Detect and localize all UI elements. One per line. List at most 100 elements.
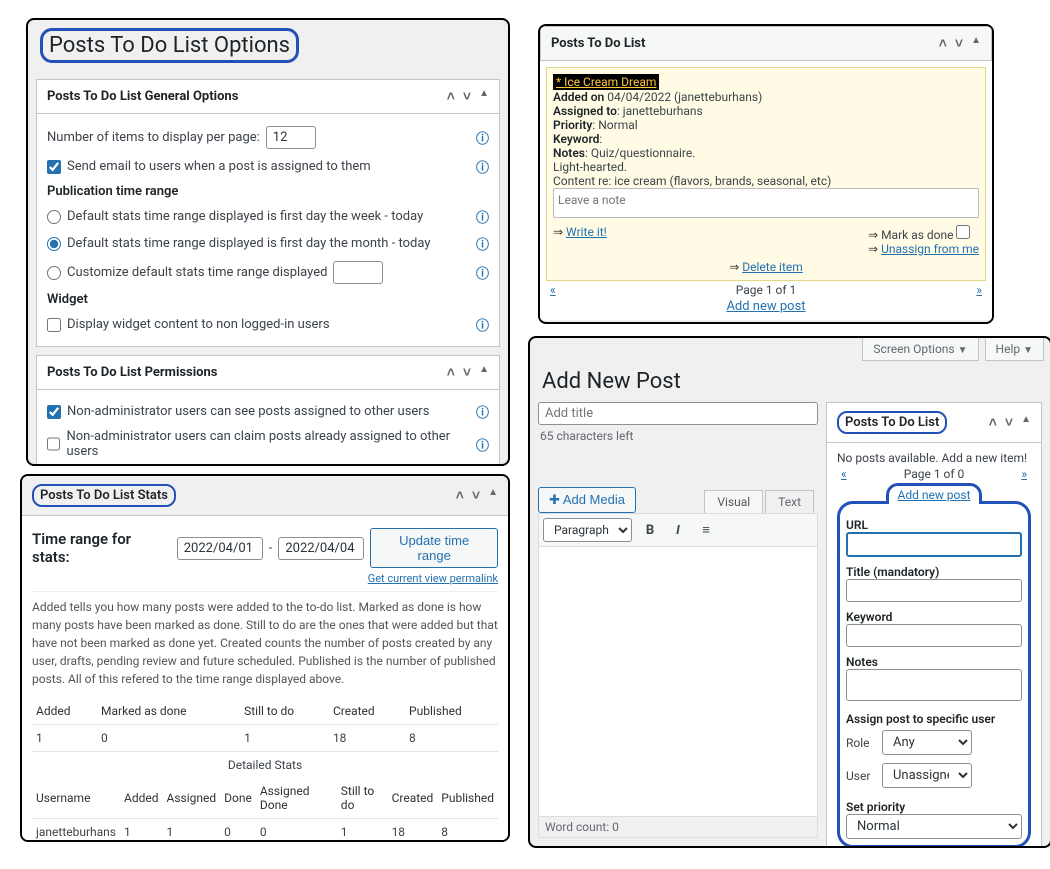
italic-icon[interactable]: I: [668, 523, 688, 538]
help-tab[interactable]: Help ▼: [985, 338, 1044, 361]
chevron-down-icon[interactable]: ˅: [472, 487, 480, 504]
radio-custom[interactable]: [47, 266, 61, 280]
widget-display-checkbox[interactable]: [47, 318, 61, 332]
pager-next[interactable]: »: [976, 283, 982, 297]
send-email-checkbox[interactable]: [47, 160, 61, 174]
triangle-up-icon[interactable]: ▲: [1021, 414, 1031, 431]
role-sublabel: Role: [846, 736, 876, 750]
leave-note-textarea[interactable]: [553, 188, 979, 218]
unassign-link[interactable]: Unassign from me: [881, 242, 979, 256]
url-label: URL: [846, 518, 1022, 532]
info-icon[interactable]: ⓘ: [476, 263, 489, 282]
perm-see-checkbox[interactable]: [47, 405, 61, 419]
editor-body[interactable]: [538, 547, 818, 817]
notes-line2: Light-hearted.: [553, 160, 979, 174]
pager-text: Page 1 of 0: [904, 467, 965, 481]
options-title: Posts To Do List Options: [40, 28, 299, 63]
add-media-button[interactable]: ✚ Add Media: [538, 487, 636, 513]
role-select[interactable]: Any: [882, 730, 972, 755]
list-icon[interactable]: ≡: [696, 522, 716, 538]
user-select[interactable]: Unassigned: [882, 763, 972, 788]
new-item-form: URL Title (mandatory) Keyword Notes Assi…: [837, 501, 1031, 848]
summary-table: AddedMarked as doneStill to doCreatedPub…: [32, 698, 498, 752]
triangle-up-icon[interactable]: ▲: [971, 35, 981, 52]
cell: Username: [32, 778, 120, 819]
chevron-up-icon[interactable]: ˄: [989, 414, 997, 431]
options-panel: Posts To Do List Options Posts To Do Lis…: [26, 18, 510, 466]
post-title-input[interactable]: [538, 402, 818, 425]
chevron-down-icon[interactable]: ˅: [955, 35, 963, 52]
mark-done-checkbox[interactable]: [956, 225, 970, 239]
assigned-value: janetteburhans: [623, 104, 703, 118]
info-icon[interactable]: ⓘ: [476, 157, 489, 176]
info-icon[interactable]: ⓘ: [476, 207, 489, 226]
cell: Done: [220, 778, 256, 819]
screen-options-tab[interactable]: Screen Options ▼: [862, 338, 978, 361]
cell: 1: [32, 725, 97, 752]
detailed-stats-title: Detailed Stats: [32, 752, 498, 778]
chevron-up-icon[interactable]: ˄: [447, 88, 455, 105]
pub-range-heading: Publication time range: [47, 184, 178, 199]
pager-prev[interactable]: «: [550, 283, 556, 297]
bold-icon[interactable]: B: [640, 523, 660, 538]
title-input[interactable]: [846, 579, 1022, 602]
chevron-up-icon[interactable]: ˄: [447, 364, 455, 381]
triangle-up-icon[interactable]: ▲: [479, 88, 489, 105]
text-tab[interactable]: Text: [765, 490, 814, 513]
notes-textarea[interactable]: [846, 669, 1022, 701]
info-icon[interactable]: ⓘ: [476, 315, 489, 334]
keyword-label: Keyword: [553, 132, 599, 146]
chevron-down-icon[interactable]: ˅: [463, 88, 471, 105]
triangle-up-icon[interactable]: ▲: [479, 364, 489, 381]
visual-tab[interactable]: Visual: [704, 490, 763, 513]
chevron-down-icon[interactable]: ˅: [463, 364, 471, 381]
date-to-input[interactable]: [278, 537, 364, 560]
permalink-link[interactable]: Get current view permalink: [368, 572, 498, 585]
format-select[interactable]: Paragraph: [543, 518, 632, 542]
notes-line3: Content re: ice cream (flavors, brands, …: [553, 174, 979, 188]
perm-claim-others-checkbox[interactable]: [47, 437, 60, 451]
time-range-label: Time range for stats:: [32, 530, 171, 566]
priority-select[interactable]: Normal: [846, 814, 1022, 839]
priority-label: Set priority: [846, 800, 1022, 814]
radio-week[interactable]: [47, 210, 61, 224]
radio-custom-label: Customize default stats time range displ…: [67, 265, 327, 280]
add-new-post-link[interactable]: Add new post: [897, 488, 970, 502]
cell: Still to do: [240, 698, 329, 725]
cell: Assigned: [162, 778, 220, 819]
cell: 1: [162, 819, 220, 843]
chevron-up-icon[interactable]: ˄: [456, 487, 464, 504]
stats-help-text: Added tells you how many posts were adde…: [32, 598, 498, 688]
chevron-down-icon[interactable]: ˅: [1005, 414, 1013, 431]
pager-prev[interactable]: «: [841, 467, 847, 481]
info-icon[interactable]: ⓘ: [476, 435, 489, 454]
info-icon[interactable]: ⓘ: [476, 402, 489, 421]
permissions-box: Posts To Do List Permissions ˄ ˅ ▲ Non-a…: [36, 355, 500, 466]
cell: Added: [120, 778, 163, 819]
cell: Published: [437, 778, 498, 819]
custom-range-input[interactable]: [333, 261, 383, 284]
radio-month[interactable]: [47, 237, 61, 251]
chevron-up-icon[interactable]: ˄: [939, 35, 947, 52]
cell: janetteburhans: [32, 819, 120, 843]
todo-item-title-link[interactable]: * Ice Cream Dream: [556, 75, 656, 89]
keyword-input[interactable]: [846, 624, 1022, 647]
todo-item: * Ice Cream Dream Added on 04/04/2022 (j…: [546, 67, 986, 281]
info-icon[interactable]: ⓘ: [476, 128, 489, 147]
no-posts-text: No posts available. Add a new item!: [837, 451, 1031, 465]
delete-item-link[interactable]: Delete item: [742, 260, 803, 274]
add-new-post-link[interactable]: Add new post: [726, 299, 805, 314]
triangle-up-icon[interactable]: ▲: [488, 487, 498, 504]
pager-next[interactable]: »: [1021, 467, 1027, 481]
update-time-range-button[interactable]: Update time range: [370, 528, 498, 568]
date-from-input[interactable]: [177, 537, 263, 560]
write-it-link[interactable]: Write it!: [566, 225, 607, 239]
general-options-box: Posts To Do List General Options ˄ ˅ ▲ N…: [36, 79, 500, 347]
items-per-page-input[interactable]: [266, 126, 316, 149]
info-icon[interactable]: ⓘ: [476, 234, 489, 253]
cell: Assigned Done: [256, 778, 337, 819]
cell: Still to do: [337, 778, 388, 819]
url-input[interactable]: [846, 532, 1022, 557]
cell: 1: [240, 725, 329, 752]
cell: Created: [329, 698, 405, 725]
